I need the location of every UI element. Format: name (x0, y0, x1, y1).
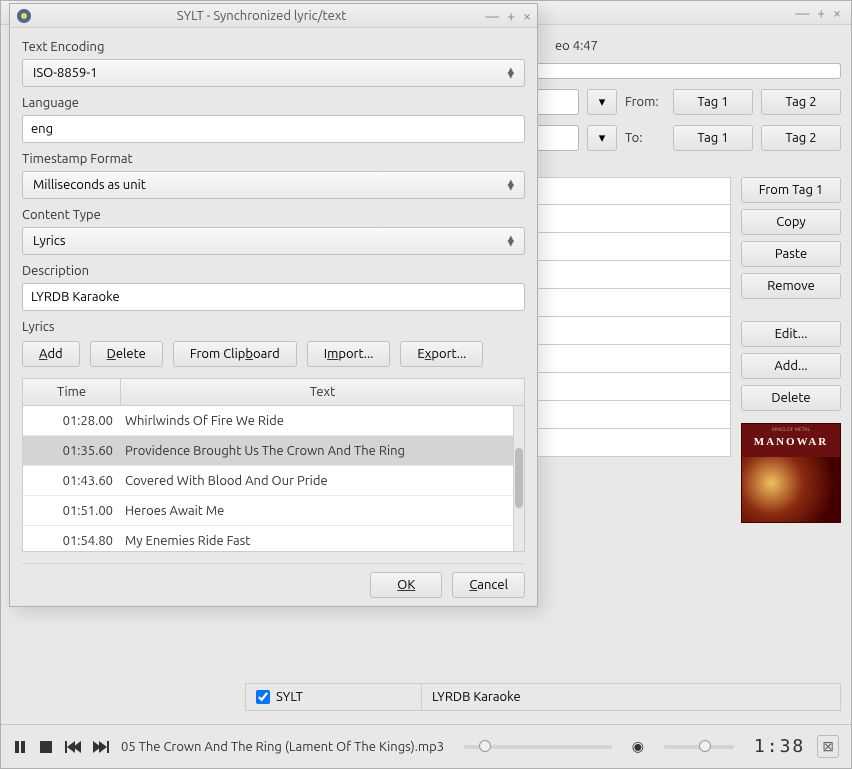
lyrics-text-cell: My Enemies Ride Fast (121, 534, 524, 548)
remove-button[interactable]: Remove (741, 273, 841, 299)
lyrics-section-label: Lyrics (22, 320, 525, 334)
lyrics-row[interactable]: 01:35.60Providence Brought Us The Crown … (23, 436, 524, 466)
lyrics-time-cell: 01:43.60 (23, 474, 121, 488)
maximize-icon[interactable]: + (817, 6, 825, 20)
copy-button[interactable]: Copy (741, 209, 841, 235)
spinner-arrows-icon: ▴▾ (507, 68, 514, 78)
player-track-title: 05 The Crown And The Ring (Lament Of The… (121, 740, 444, 754)
cancel-button[interactable]: Cancel (452, 572, 525, 598)
lyrics-table-body[interactable]: 01:28.00Whirlwinds Of Fire We Ride01:35.… (23, 406, 524, 551)
language-label: Language (22, 96, 525, 110)
spinner-arrows-icon: ▴▾ (507, 180, 514, 190)
pause-button[interactable] (13, 740, 27, 754)
dialog-titlebar: SYLT - Synchronized lyric/text — + × (10, 4, 537, 28)
description-label: Description (22, 264, 525, 278)
close-player-button[interactable]: ⊠ (817, 735, 839, 758)
from-clipboard-button[interactable]: From Clipboard (173, 341, 297, 367)
content-type-label: Content Type (22, 208, 525, 222)
to-tag2-button[interactable]: Tag 2 (761, 125, 841, 151)
stop-button[interactable] (39, 740, 53, 754)
content-type-combo[interactable]: Lyrics ▴▾ (22, 227, 525, 255)
sylt-dialog: SYLT - Synchronized lyric/text — + × Tex… (9, 3, 538, 607)
to-tag1-button[interactable]: Tag 1 (673, 125, 753, 151)
close-icon[interactable]: × (833, 6, 841, 20)
frame-name: SYLT (276, 690, 303, 704)
lyrics-delete-button[interactable]: Delete (90, 341, 163, 367)
column-text-header[interactable]: Text (121, 379, 524, 405)
lyrics-text-cell: Heroes Await Me (121, 504, 524, 518)
spinner-arrows-icon: ▴▾ (507, 236, 514, 246)
edit-button[interactable]: Edit... (741, 321, 841, 347)
app-icon (16, 8, 32, 24)
lyrics-text-cell: Whirlwinds Of Fire We Ride (121, 414, 524, 428)
frame-check-cell[interactable]: SYLT (246, 684, 422, 710)
timestamp-label: Timestamp Format (22, 152, 525, 166)
to-label: To: (625, 131, 665, 145)
minimize-icon[interactable]: — (795, 6, 809, 20)
volume-icon[interactable]: ◉ (632, 738, 644, 755)
main-window-controls: — + × (795, 6, 841, 20)
paste-button[interactable]: Paste (741, 241, 841, 267)
timestamp-combo[interactable]: Milliseconds as unit ▴▾ (22, 171, 525, 199)
close-icon[interactable]: × (523, 9, 531, 23)
cover-subtitle: KINGS OF METAL (742, 426, 840, 432)
from-label: From: (625, 95, 665, 109)
lyrics-table-header: Time Text (23, 379, 524, 406)
from-tag1-side-button[interactable]: From Tag 1 (741, 177, 841, 203)
dialog-footer: OK Cancel (22, 563, 525, 598)
lyrics-row[interactable]: 01:51.00Heroes Await Me (23, 496, 524, 526)
lyrics-time-cell: 01:54.80 (23, 534, 121, 548)
frames-row: SYLT LYRDB Karaoke (245, 683, 841, 711)
ok-button[interactable]: OK (370, 572, 442, 598)
cover-band-name: MANOWAR (742, 436, 840, 448)
encoding-label: Text Encoding (22, 40, 525, 54)
time-display: 1:38 (754, 736, 805, 757)
side-buttons: From Tag 1 Copy Paste Remove Edit... Add… (741, 177, 841, 523)
lyrics-time-cell: 01:35.60 (23, 444, 121, 458)
dialog-content: Text Encoding ISO-8859-1 ▴▾ Language Tim… (10, 28, 537, 606)
from-tag1-button[interactable]: Tag 1 (673, 89, 753, 115)
chevron-down-icon: ▾ (599, 95, 606, 110)
maximize-icon[interactable]: + (507, 9, 515, 23)
dialog-title: SYLT - Synchronized lyric/text (38, 9, 485, 23)
lyrics-time-cell: 01:28.00 (23, 414, 121, 428)
volume-slider[interactable] (664, 745, 734, 749)
frame-desc-cell: LYRDB Karaoke (422, 684, 840, 710)
scrollbar[interactable] (513, 406, 524, 551)
import-button[interactable]: Import... (307, 341, 391, 367)
lyrics-row[interactable]: 01:54.80My Enemies Ride Fast (23, 526, 524, 551)
next-button[interactable] (93, 740, 109, 754)
delete-button[interactable]: Delete (741, 385, 841, 411)
previous-button[interactable] (65, 740, 81, 754)
lyrics-add-button[interactable]: Add (22, 341, 80, 367)
minimize-icon[interactable]: — (485, 9, 499, 23)
from-dropdown-button[interactable]: ▾ (587, 89, 617, 115)
lyrics-text-cell: Providence Brought Us The Crown And The … (121, 444, 524, 458)
lyrics-button-row: Add Delete From Clipboard Import... Expo… (22, 341, 525, 367)
cover-art (742, 457, 840, 522)
language-input[interactable] (22, 115, 525, 143)
encoding-combo[interactable]: ISO-8859-1 ▴▾ (22, 59, 525, 87)
to-dropdown-button[interactable]: ▾ (587, 125, 617, 151)
lyrics-table: Time Text 01:28.00Whirlwinds Of Fire We … (22, 378, 525, 552)
lyrics-time-cell: 01:51.00 (23, 504, 121, 518)
lyrics-text-cell: Covered With Blood And Our Pride (121, 474, 524, 488)
chevron-down-icon: ▾ (599, 131, 606, 146)
description-input[interactable] (22, 283, 525, 311)
scrollbar-thumb[interactable] (515, 448, 523, 508)
lyrics-row[interactable]: 01:43.60Covered With Blood And Our Pride (23, 466, 524, 496)
sylt-checkbox[interactable] (256, 690, 270, 704)
from-tag2-button[interactable]: Tag 2 (761, 89, 841, 115)
progress-slider[interactable] (464, 745, 612, 749)
dialog-window-controls: — + × (485, 9, 531, 23)
add-button[interactable]: Add... (741, 353, 841, 379)
player-bar: 05 The Crown And The Ring (Lament Of The… (1, 724, 851, 768)
column-time-header[interactable]: Time (23, 379, 121, 405)
album-cover[interactable]: KINGS OF METAL MANOWAR (741, 423, 841, 523)
export-button[interactable]: Export... (400, 341, 483, 367)
lyrics-row[interactable]: 01:28.00Whirlwinds Of Fire We Ride (23, 406, 524, 436)
